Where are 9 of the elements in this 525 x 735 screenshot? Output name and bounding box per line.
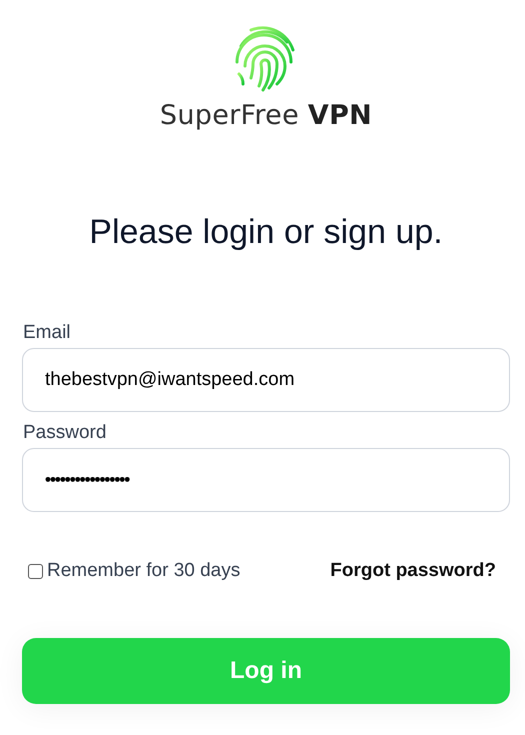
password-field[interactable]: ••••••••••••••••• <box>22 448 510 512</box>
remember-checkbox[interactable] <box>28 564 43 578</box>
forgot-password-link[interactable]: Forgot password? <box>330 560 496 582</box>
remember-label: Remember for 30 days <box>47 560 240 582</box>
field-label: Password <box>23 422 106 444</box>
email-field[interactable]: thebestvpn@iwantspeed.com <box>22 348 510 412</box>
field-label: Email <box>23 322 71 344</box>
brand-name: SuperFree VPN <box>160 100 372 131</box>
page-heading: Please login or sign up. <box>88 213 444 252</box>
